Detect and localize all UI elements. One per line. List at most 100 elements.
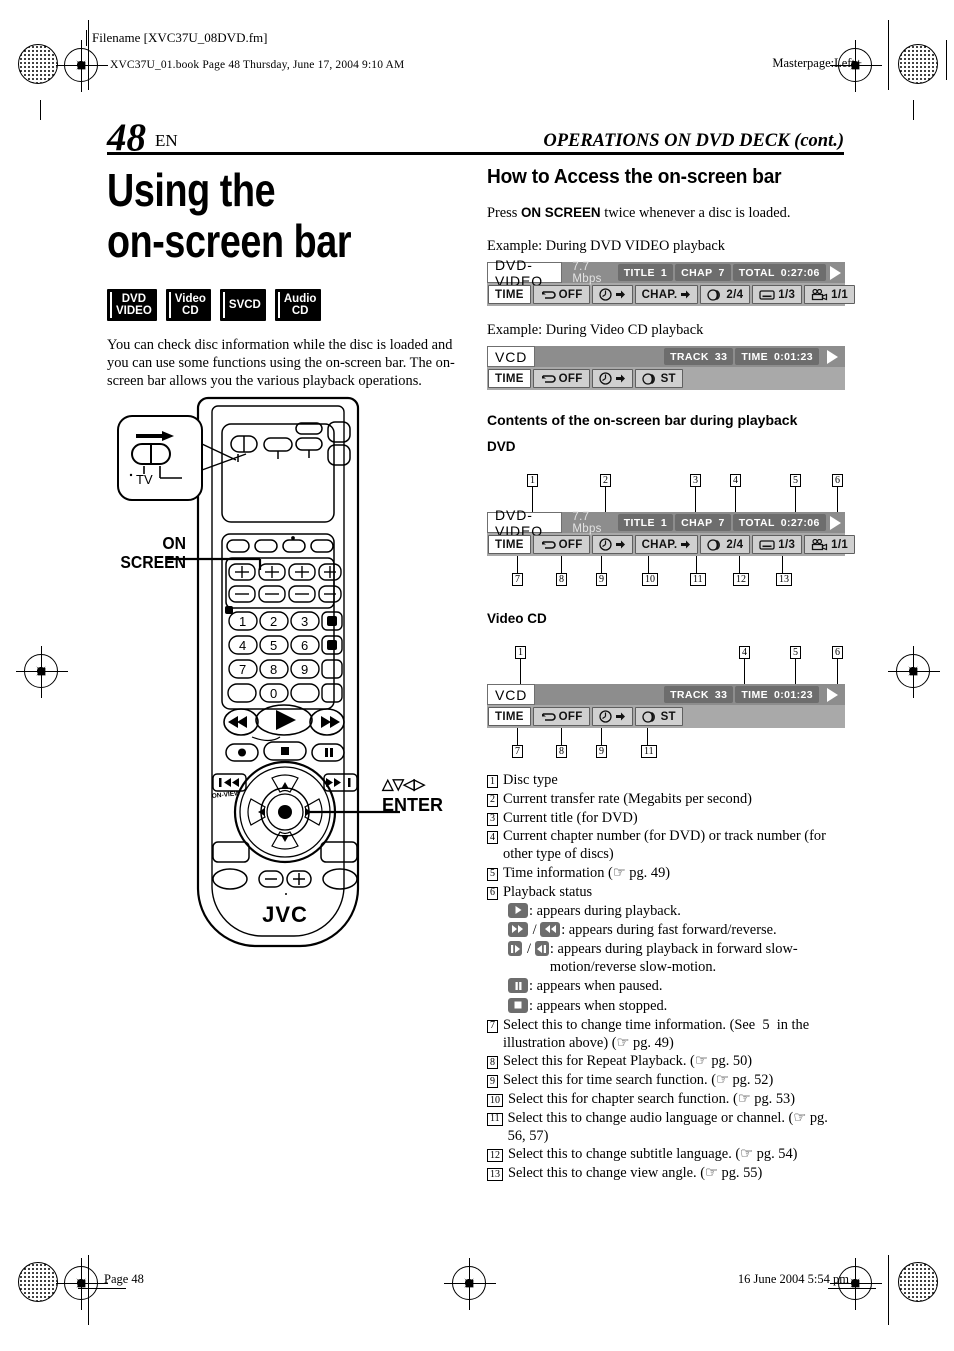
svg-text:3: 3 <box>301 614 308 629</box>
callout-vcd-7-leader <box>517 728 518 745</box>
callout-vcd-11-number: 11 <box>641 745 657 758</box>
density-patch-top-left <box>18 44 58 84</box>
callout-vcd-5-leader <box>795 659 796 684</box>
callout-12-number: 12 <box>733 573 749 586</box>
remote-control-illustration: TV 1 2 3 4 5 6 7 8 9 0 ON-VIEW JVC <box>100 392 470 952</box>
osd-chip-total: TOTAL 0:27:06 <box>732 514 826 531</box>
slow-forward-icon <box>508 941 523 957</box>
status-line-stop: : appears when stopped. <box>508 997 847 1016</box>
chapter-search-button[interactable]: CHAP. <box>634 285 699 304</box>
callout-5-leader <box>795 487 796 512</box>
dvd-subheading: DVD <box>487 439 516 454</box>
legend-item-9-text: Select this for time search function. (☞… <box>503 1072 774 1089</box>
angle-button[interactable]: 1/1 <box>804 285 856 304</box>
repeat-button[interactable]: OFF <box>532 369 590 388</box>
subtitle-button[interactable]: 1/3 <box>752 285 803 304</box>
osd-top-row: DVD-VIDEO 7.7 Mbps TITLE 1 CHAP 7 TOTAL … <box>487 507 845 539</box>
arrow-right-icon <box>615 712 625 721</box>
audio-button[interactable]: 2/4 <box>700 285 751 304</box>
osd-bar-dvd-labeled: DVD-VIDEO 7.7 Mbps TITLE 1 CHAP 7 TOTAL … <box>487 507 856 556</box>
osd-chip-time-label: TIME <box>741 688 768 701</box>
legend-item-8: 8 Select this for Repeat Playback. (☞ pg… <box>487 1053 847 1071</box>
time-search-button[interactable] <box>591 369 633 388</box>
svg-text:6: 6 <box>301 638 308 653</box>
repeat-button-label: OFF <box>558 288 583 301</box>
repeat-icon <box>541 713 556 721</box>
legend-item-12-text: Select this to change subtitle language.… <box>508 1146 798 1163</box>
callout-2-number: 2 <box>600 474 611 487</box>
callout-3-number: 3 <box>690 474 701 487</box>
time-search-button[interactable] <box>591 535 633 554</box>
legend-item-2: 2 Current transfer rate (Megabits per se… <box>487 791 847 809</box>
repeat-icon <box>541 291 556 299</box>
header-masterpage: Masterpage:Left+ <box>772 56 862 70</box>
chapter-search-label: CHAP. <box>641 538 678 551</box>
time-button[interactable]: TIME <box>488 707 531 726</box>
chapter-search-button[interactable]: CHAP. <box>634 535 699 554</box>
callout-vcd-6-number: 6 <box>832 646 843 659</box>
audio-button[interactable]: ST <box>634 707 683 726</box>
legend-item-3: 3 Current title (for DVD) <box>487 810 847 828</box>
audio-button[interactable]: 2/4 <box>700 535 751 554</box>
audio-button-label: 2/4 <box>726 288 744 301</box>
badge-video-cd-line1: Video <box>174 293 206 305</box>
time-search-button[interactable] <box>591 707 633 726</box>
osd-chip-track: TRACK 33 <box>664 686 734 703</box>
audio-button[interactable]: ST <box>634 369 683 388</box>
on-screen-callout-line2: SCREEN <box>120 552 186 572</box>
osd-chip-chapter-label: CHAP <box>681 516 713 529</box>
osd-bar-dvd-example: DVD-VIDEO 7.7 Mbps TITLE 1 CHAP 7 TOTAL … <box>487 257 856 306</box>
subtitle-button-label: 1/3 <box>778 538 796 551</box>
osd-bottom-row: TIME OFF <box>487 367 845 390</box>
time-button[interactable]: TIME <box>488 285 531 304</box>
trim-line-vertical-left-bottom <box>88 1255 89 1325</box>
density-patch-top-right <box>898 44 938 84</box>
osd-top-row: DVD-VIDEO 7.7 Mbps TITLE 1 CHAP 7 TOTAL … <box>487 257 845 289</box>
osd-chip-title-value: 1 <box>660 266 668 279</box>
repeat-button-label: OFF <box>558 538 583 551</box>
repeat-button[interactable]: OFF <box>532 535 590 554</box>
disc-type-badges: DVD VIDEO Video CD SVCD Audio CD <box>107 289 467 321</box>
press-bold: ON SCREEN <box>520 205 601 220</box>
callout-vcd-9-leader <box>601 728 602 745</box>
time-search-button[interactable] <box>591 285 633 304</box>
repeat-button[interactable]: OFF <box>532 285 590 304</box>
subtitle-button[interactable]: 1/3 <box>752 535 803 554</box>
callout-vcd-1-number: 1 <box>515 646 526 659</box>
intro-paragraph: You can check disc information while the… <box>107 337 455 390</box>
osd-chip-track-value: 33 <box>714 350 728 363</box>
angle-button-label: 1/1 <box>831 538 849 551</box>
status-line-pause: : appears when paused. <box>508 978 847 996</box>
callout-vcd-5-number: 5 <box>790 646 801 659</box>
legend-item-5-number: 5 <box>487 867 498 881</box>
callout-9-number: 9 <box>596 573 607 586</box>
badge-dvd-video-line2: VIDEO <box>116 305 152 317</box>
repeat-button[interactable]: OFF <box>532 707 590 726</box>
press-pre: Press <box>487 205 521 221</box>
legend-item-9-number: 9 <box>487 1075 498 1089</box>
osd-chip-time-value: 0:01:23 <box>774 688 813 701</box>
osd-chip-chapter-value: 7 <box>718 266 725 279</box>
time-button[interactable]: TIME <box>488 535 531 554</box>
time-button[interactable]: TIME <box>488 369 531 388</box>
callout-vcd-7-number: 7 <box>512 745 523 758</box>
angle-button[interactable]: 1/1 <box>804 535 856 554</box>
osd-chip-title-value: 1 <box>660 516 668 529</box>
status-slash-2: / <box>523 941 535 958</box>
legend-item-3-number: 3 <box>487 812 498 826</box>
osd-bottom-row: TIME OFF <box>487 533 856 556</box>
callout-vcd-8-number: 8 <box>556 745 567 758</box>
callout-vcd-4-number: 4 <box>739 646 750 659</box>
play-icon <box>821 686 843 703</box>
dvd-annotated-diagram: 1 2 3 4 5 6 DVD-VIDEO 7.7 Mbps TITLE 1 C… <box>487 474 856 586</box>
svg-text:1: 1 <box>239 614 246 629</box>
callout-11-number: 11 <box>690 573 706 586</box>
legend-item-1-number: 1 <box>487 775 498 788</box>
slow-reverse-icon <box>534 941 549 957</box>
angle-icon <box>812 538 828 550</box>
contents-title: Contents of the on-screen bar during pla… <box>487 412 798 428</box>
callout-6-number: 6 <box>832 474 843 487</box>
osd-chip-time: TIME 0:01:23 <box>735 348 819 365</box>
trim-line-vertical-right-bottom <box>888 1255 889 1325</box>
audio-icon <box>641 710 655 723</box>
